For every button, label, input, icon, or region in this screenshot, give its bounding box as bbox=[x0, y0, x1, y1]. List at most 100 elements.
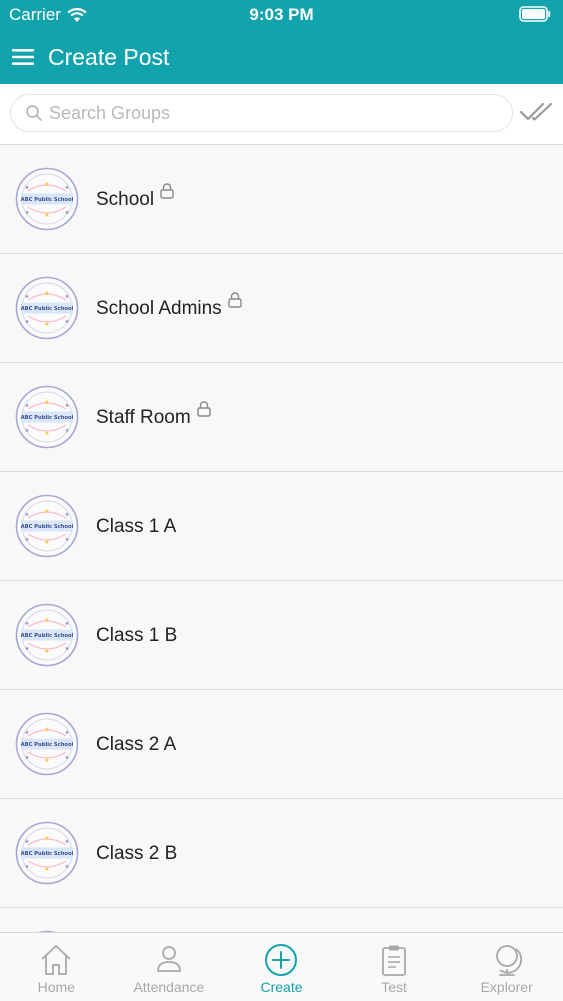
svg-text:★: ★ bbox=[25, 428, 30, 434]
page-title: Create Post bbox=[48, 44, 170, 70]
svg-text:★: ★ bbox=[25, 537, 30, 543]
svg-text:★: ★ bbox=[65, 730, 70, 736]
group-name-label: School Admins bbox=[96, 298, 222, 319]
tab-attendance[interactable]: Attendance bbox=[113, 933, 226, 1001]
svg-text:★: ★ bbox=[25, 839, 30, 845]
search-box[interactable] bbox=[10, 94, 513, 132]
tab-explorer[interactable]: Explorer bbox=[450, 933, 563, 1001]
svg-text:★: ★ bbox=[65, 185, 70, 191]
app-header: Carrier 9:03 PM Create Post bbox=[0, 0, 563, 84]
svg-text:ABC Public School: ABC Public School bbox=[21, 306, 74, 312]
group-name: Class 1 B bbox=[96, 625, 177, 647]
plus-circle-icon bbox=[265, 944, 298, 976]
svg-text:★: ★ bbox=[44, 539, 49, 546]
lock-icon bbox=[197, 401, 211, 417]
group-name-label: Class 2 A bbox=[96, 734, 177, 755]
svg-text:ABC Public School: ABC Public School bbox=[21, 742, 74, 748]
svg-text:ABC Public School: ABC Public School bbox=[21, 197, 74, 203]
group-name: Class 1 A bbox=[96, 516, 176, 538]
svg-text:★: ★ bbox=[25, 512, 30, 518]
school-logo-avatar: ★ ★ ★ ★ ★ ★ ABC Public School bbox=[15, 276, 79, 340]
svg-text:★: ★ bbox=[44, 648, 49, 655]
group-name: Staff Room bbox=[96, 401, 211, 429]
group-row-6[interactable]: ★ ★ ★ ★ ★ ★ ABC Public School Class 2 A bbox=[0, 690, 563, 799]
school-logo-avatar: ★ ★ ★ ★ ★ ★ ABC Public School bbox=[15, 712, 79, 776]
school-logo-avatar: ★ ★ ★ ★ ★ ★ ABC Public School bbox=[15, 494, 79, 558]
svg-text:★: ★ bbox=[65, 864, 70, 870]
tab-bar: Home Attendance Create Test Explorer bbox=[0, 932, 563, 1001]
svg-text:★: ★ bbox=[25, 185, 30, 191]
svg-text:★: ★ bbox=[44, 290, 49, 297]
svg-text:ABC Public School: ABC Public School bbox=[21, 415, 74, 421]
group-row-4[interactable]: ★ ★ ★ ★ ★ ★ ABC Public School Class 1 A bbox=[0, 472, 563, 581]
tab-label: Explorer bbox=[480, 979, 533, 995]
group-list: ★ ★ ★ ★ ★ ★ ABC Public School School ★ ★… bbox=[0, 145, 563, 932]
battery-icon bbox=[519, 6, 551, 27]
lock-icon bbox=[160, 183, 174, 199]
svg-text:★: ★ bbox=[44, 757, 49, 764]
svg-text:★: ★ bbox=[65, 319, 70, 325]
globe-icon bbox=[495, 945, 522, 976]
svg-text:★: ★ bbox=[65, 512, 70, 518]
svg-text:★: ★ bbox=[44, 508, 49, 515]
home-icon bbox=[41, 945, 71, 975]
status-bar: Carrier 9:03 PM bbox=[0, 0, 563, 30]
svg-text:★: ★ bbox=[65, 755, 70, 761]
svg-text:★: ★ bbox=[25, 621, 30, 627]
svg-text:★: ★ bbox=[44, 866, 49, 873]
group-name-label: Staff Room bbox=[96, 407, 191, 428]
clipboard-icon bbox=[382, 945, 406, 976]
svg-text:★: ★ bbox=[44, 726, 49, 733]
svg-text:★: ★ bbox=[65, 621, 70, 627]
svg-text:★: ★ bbox=[25, 730, 30, 736]
svg-text:ABC Public School: ABC Public School bbox=[21, 851, 74, 857]
group-name-label: Class 2 B bbox=[96, 843, 178, 864]
svg-text:★: ★ bbox=[44, 399, 49, 406]
svg-text:★: ★ bbox=[65, 428, 70, 434]
group-row-2[interactable]: ★ ★ ★ ★ ★ ★ ABC Public School School Adm… bbox=[0, 254, 563, 363]
lock-icon bbox=[227, 292, 242, 308]
group-row-5[interactable]: ★ ★ ★ ★ ★ ★ ABC Public School Class 1 B bbox=[0, 581, 563, 690]
svg-text:★: ★ bbox=[65, 537, 70, 543]
menu-button[interactable] bbox=[12, 46, 36, 68]
select-all-button[interactable] bbox=[519, 97, 555, 127]
group-name-label: Class 1 B bbox=[96, 625, 178, 646]
group-row-8[interactable]: ★ ★ ★ ★ ★ ★ ABC Public School bbox=[0, 908, 563, 932]
school-logo-avatar: ★ ★ ★ ★ ★ ★ ABC Public School bbox=[15, 821, 79, 885]
svg-text:★: ★ bbox=[65, 210, 70, 216]
search-input[interactable] bbox=[49, 102, 479, 124]
svg-text:★: ★ bbox=[44, 430, 49, 437]
group-row-1[interactable]: ★ ★ ★ ★ ★ ★ ABC Public School School bbox=[0, 145, 563, 254]
school-logo-avatar: ★ ★ ★ ★ ★ ★ ABC Public School bbox=[15, 167, 79, 231]
svg-text:★: ★ bbox=[25, 864, 30, 870]
svg-text:★: ★ bbox=[25, 319, 30, 325]
svg-text:★: ★ bbox=[44, 617, 49, 624]
school-logo-avatar: ★ ★ ★ ★ ★ ★ ABC Public School bbox=[15, 385, 79, 449]
group-row-3[interactable]: ★ ★ ★ ★ ★ ★ ABC Public School Staff Room bbox=[0, 363, 563, 472]
school-logo-avatar: ★ ★ ★ ★ ★ ★ ABC Public School bbox=[15, 603, 79, 667]
tab-label: Test bbox=[381, 979, 407, 995]
svg-text:★: ★ bbox=[25, 294, 30, 300]
svg-text:★: ★ bbox=[25, 755, 30, 761]
tab-test[interactable]: Test bbox=[338, 933, 451, 1001]
tab-home[interactable]: Home bbox=[0, 933, 113, 1001]
group-name: Class 2 A bbox=[96, 734, 176, 756]
group-name-label: School bbox=[96, 189, 155, 210]
svg-text:★: ★ bbox=[25, 210, 30, 216]
group-row-7[interactable]: ★ ★ ★ ★ ★ ★ ABC Public School Class 2 B bbox=[0, 799, 563, 908]
person-icon bbox=[156, 946, 181, 972]
svg-text:★: ★ bbox=[65, 294, 70, 300]
tab-label: Create bbox=[260, 979, 303, 995]
svg-text:★: ★ bbox=[65, 403, 70, 409]
status-time: 9:03 PM bbox=[249, 5, 314, 24]
group-name-label: Class 1 A bbox=[96, 516, 177, 537]
group-name: School Admins bbox=[96, 292, 242, 320]
search-area bbox=[0, 84, 563, 145]
tab-label: Home bbox=[37, 979, 75, 995]
double-check-icon bbox=[519, 102, 553, 121]
svg-text:★: ★ bbox=[44, 321, 49, 328]
svg-text:★: ★ bbox=[25, 646, 30, 652]
tab-create[interactable]: Create bbox=[225, 933, 338, 1001]
svg-text:★: ★ bbox=[65, 646, 70, 652]
hamburger-menu-icon bbox=[12, 49, 34, 65]
